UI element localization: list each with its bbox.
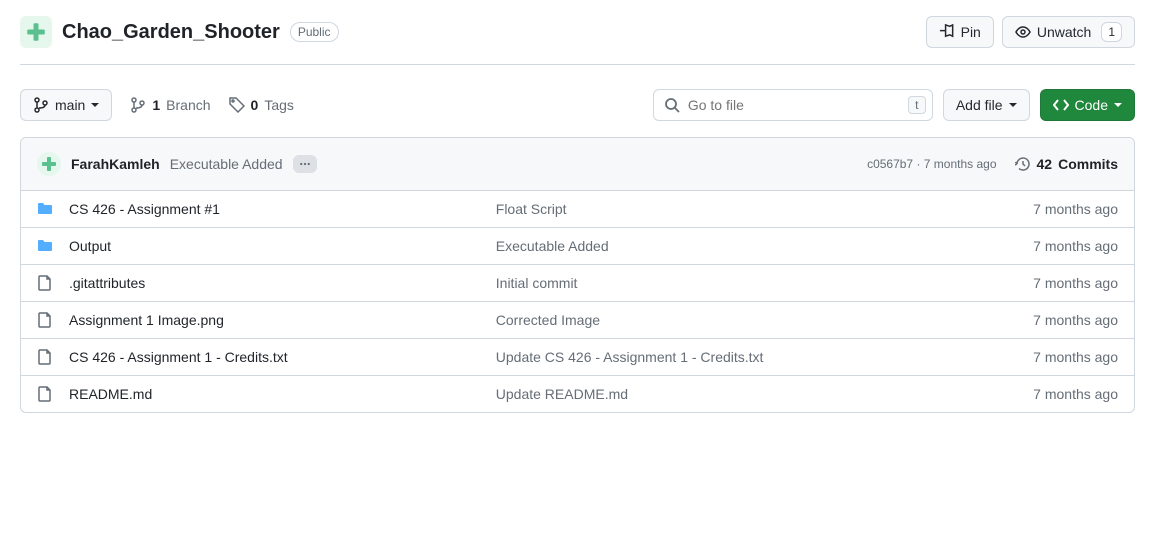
add-file-button[interactable]: Add file <box>943 89 1030 121</box>
pin-button[interactable]: Pin <box>926 16 994 48</box>
file-name[interactable]: README.md <box>69 386 480 402</box>
branch-icon <box>33 97 49 113</box>
file-row: README.md Update README.md 7 months ago <box>21 376 1134 412</box>
tags-link[interactable]: 0 Tags <box>229 97 294 113</box>
file-row: CS 426 - Assignment #1 Float Script 7 mont… <box>21 191 1134 228</box>
file-name[interactable]: Output <box>69 238 480 254</box>
history-icon <box>1015 156 1031 172</box>
file-icon <box>37 386 53 402</box>
commits-link[interactable]: 42 Commits <box>1015 156 1118 172</box>
branch-icon <box>130 97 146 113</box>
unwatch-label: Unwatch <box>1037 24 1091 40</box>
search-shortcut: t <box>908 96 926 114</box>
commit-hash[interactable]: c0567b7 <box>867 157 913 171</box>
caret-down-icon <box>91 103 99 107</box>
tags-count: 0 <box>251 97 259 113</box>
file-commit-message[interactable]: Executable Added <box>496 238 1017 254</box>
tags-label: Tags <box>264 97 294 113</box>
file-row: Output Executable Added 7 months ago <box>21 228 1134 265</box>
branches-link[interactable]: 1 Branch <box>130 97 210 113</box>
commit-author[interactable]: FarahKamleh <box>71 156 160 172</box>
file-name[interactable]: Assignment 1 Image.png <box>69 312 480 328</box>
folder-icon <box>37 201 53 217</box>
commit-expand-button[interactable] <box>293 155 317 173</box>
caret-down-icon <box>1009 103 1017 107</box>
folder-icon <box>37 238 53 254</box>
search-icon <box>664 97 680 113</box>
file-row: .gitattributes Initial commit 7 months ago <box>21 265 1134 302</box>
file-name[interactable]: CS 426 - Assignment 1 - Credits.txt <box>69 349 480 365</box>
caret-down-icon <box>1114 103 1122 107</box>
file-row: Assignment 1 Image.png Corrected Image 7 m… <box>21 302 1134 339</box>
commits-label: Commits <box>1058 156 1118 172</box>
author-avatar[interactable] <box>37 152 61 176</box>
code-label: Code <box>1075 97 1108 113</box>
file-commit-message[interactable]: Update CS 426 - Assignment 1 - Credits.t… <box>496 349 1017 365</box>
file-commit-message[interactable]: Corrected Image <box>496 312 1017 328</box>
file-time: 7 months ago <box>1033 349 1118 365</box>
pin-icon <box>939 24 955 40</box>
commits-count: 42 <box>1037 156 1053 172</box>
repo-header: Chao_Garden_Shooter Public Pin Unwatch 1 <box>20 16 1135 65</box>
file-time: 7 months ago <box>1033 386 1118 402</box>
branch-selector[interactable]: main <box>20 89 112 121</box>
branches-count: 1 <box>152 97 160 113</box>
file-search-input[interactable] <box>680 97 908 113</box>
file-search[interactable]: t <box>653 89 933 121</box>
commit-meta: c0567b7 · 7 months ago <box>867 157 996 171</box>
repo-avatar <box>20 16 52 48</box>
file-icon <box>37 312 53 328</box>
file-commit-message[interactable]: Update README.md <box>496 386 1017 402</box>
pin-label: Pin <box>961 24 981 40</box>
file-icon <box>37 275 53 291</box>
file-commit-message[interactable]: Float Script <box>496 201 1017 217</box>
eye-icon <box>1015 24 1031 40</box>
file-name[interactable]: .gitattributes <box>69 275 480 291</box>
ellipsis-icon <box>299 158 311 170</box>
watch-count: 1 <box>1101 22 1122 42</box>
branches-label: Branch <box>166 97 210 113</box>
repo-toolbar: main 1 Branch 0 Tags t Add file <box>20 89 1135 121</box>
visibility-badge: Public <box>290 22 339 42</box>
file-time: 7 months ago <box>1033 201 1118 217</box>
file-row: CS 426 - Assignment 1 - Credits.txt Updat… <box>21 339 1134 376</box>
add-file-label: Add file <box>956 97 1003 113</box>
branch-name: main <box>55 97 85 113</box>
file-commit-message[interactable]: Initial commit <box>496 275 1017 291</box>
code-icon <box>1053 97 1069 113</box>
file-icon <box>37 349 53 365</box>
commit-message[interactable]: Executable Added <box>170 156 283 172</box>
code-button[interactable]: Code <box>1040 89 1135 121</box>
commit-time: 7 months ago <box>924 157 997 171</box>
file-name[interactable]: CS 426 - Assignment #1 <box>69 201 480 217</box>
repo-name[interactable]: Chao_Garden_Shooter <box>62 21 280 44</box>
file-time: 7 months ago <box>1033 238 1118 254</box>
latest-commit-bar: FarahKamleh Executable Added c0567b7 · 7… <box>21 138 1134 191</box>
file-time: 7 months ago <box>1033 312 1118 328</box>
file-time: 7 months ago <box>1033 275 1118 291</box>
file-listing: FarahKamleh Executable Added c0567b7 · 7… <box>20 137 1135 413</box>
unwatch-button[interactable]: Unwatch 1 <box>1002 16 1135 48</box>
tag-icon <box>229 97 245 113</box>
